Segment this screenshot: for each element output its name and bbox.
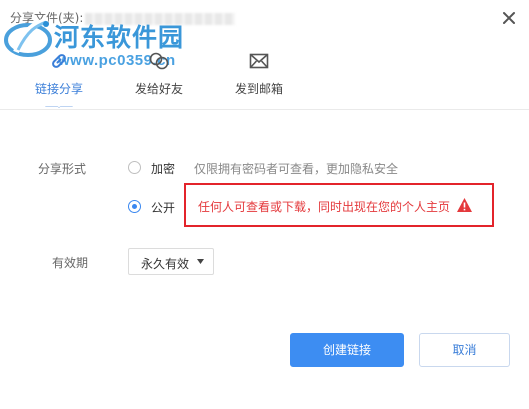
share-type-label: 分享形式 [38, 162, 87, 176]
private-radio[interactable] [128, 161, 141, 174]
mail-icon [249, 53, 269, 69]
validity-label: 有效期 [52, 256, 89, 270]
tab-label: 链接分享 [34, 82, 83, 96]
tab-label: 发到邮箱 [234, 82, 283, 96]
private-option-desc: 仅限拥有密码者可查看，更加隐私安全 [194, 162, 399, 176]
share-dialog: 分享文件(夹): 河东软件园 www.pc0359.cn 链接分享 发给好友 发… [0, 0, 529, 409]
create-link-button[interactable]: 创建链接 [290, 333, 404, 367]
tab-divider [0, 109, 529, 110]
public-desc-highlight: 任何人可查看或下载，同时出现在您的个人主页 [184, 183, 494, 227]
chevron-down-icon [197, 259, 204, 264]
private-option-label[interactable]: 加密 [151, 160, 175, 177]
close-icon[interactable] [501, 10, 517, 26]
friends-icon [149, 52, 169, 70]
tab-link-share[interactable]: 链接分享 [14, 46, 104, 102]
validity-value: 永久有效 [141, 257, 190, 271]
cancel-button[interactable]: 取消 [419, 333, 510, 367]
public-option-label[interactable]: 公开 [151, 199, 175, 216]
validity-select[interactable]: 永久有效 [128, 248, 214, 275]
dialog-title: 分享文件(夹): [10, 9, 236, 26]
warning-icon [457, 198, 472, 212]
blurred-filename [85, 12, 236, 25]
public-option-desc: 任何人可查看或下载，同时出现在您的个人主页 [198, 200, 451, 214]
tab-send-email[interactable]: 发到邮箱 [214, 46, 304, 102]
link-icon [52, 54, 66, 68]
tab-label: 发给好友 [134, 82, 183, 96]
active-tab-indicator [45, 106, 73, 108]
public-radio[interactable] [128, 200, 141, 213]
share-tabs: 链接分享 发给好友 发到邮箱 [0, 46, 529, 110]
tab-send-friends[interactable]: 发给好友 [114, 46, 204, 102]
dialog-title-text: 分享文件(夹): [10, 11, 84, 25]
